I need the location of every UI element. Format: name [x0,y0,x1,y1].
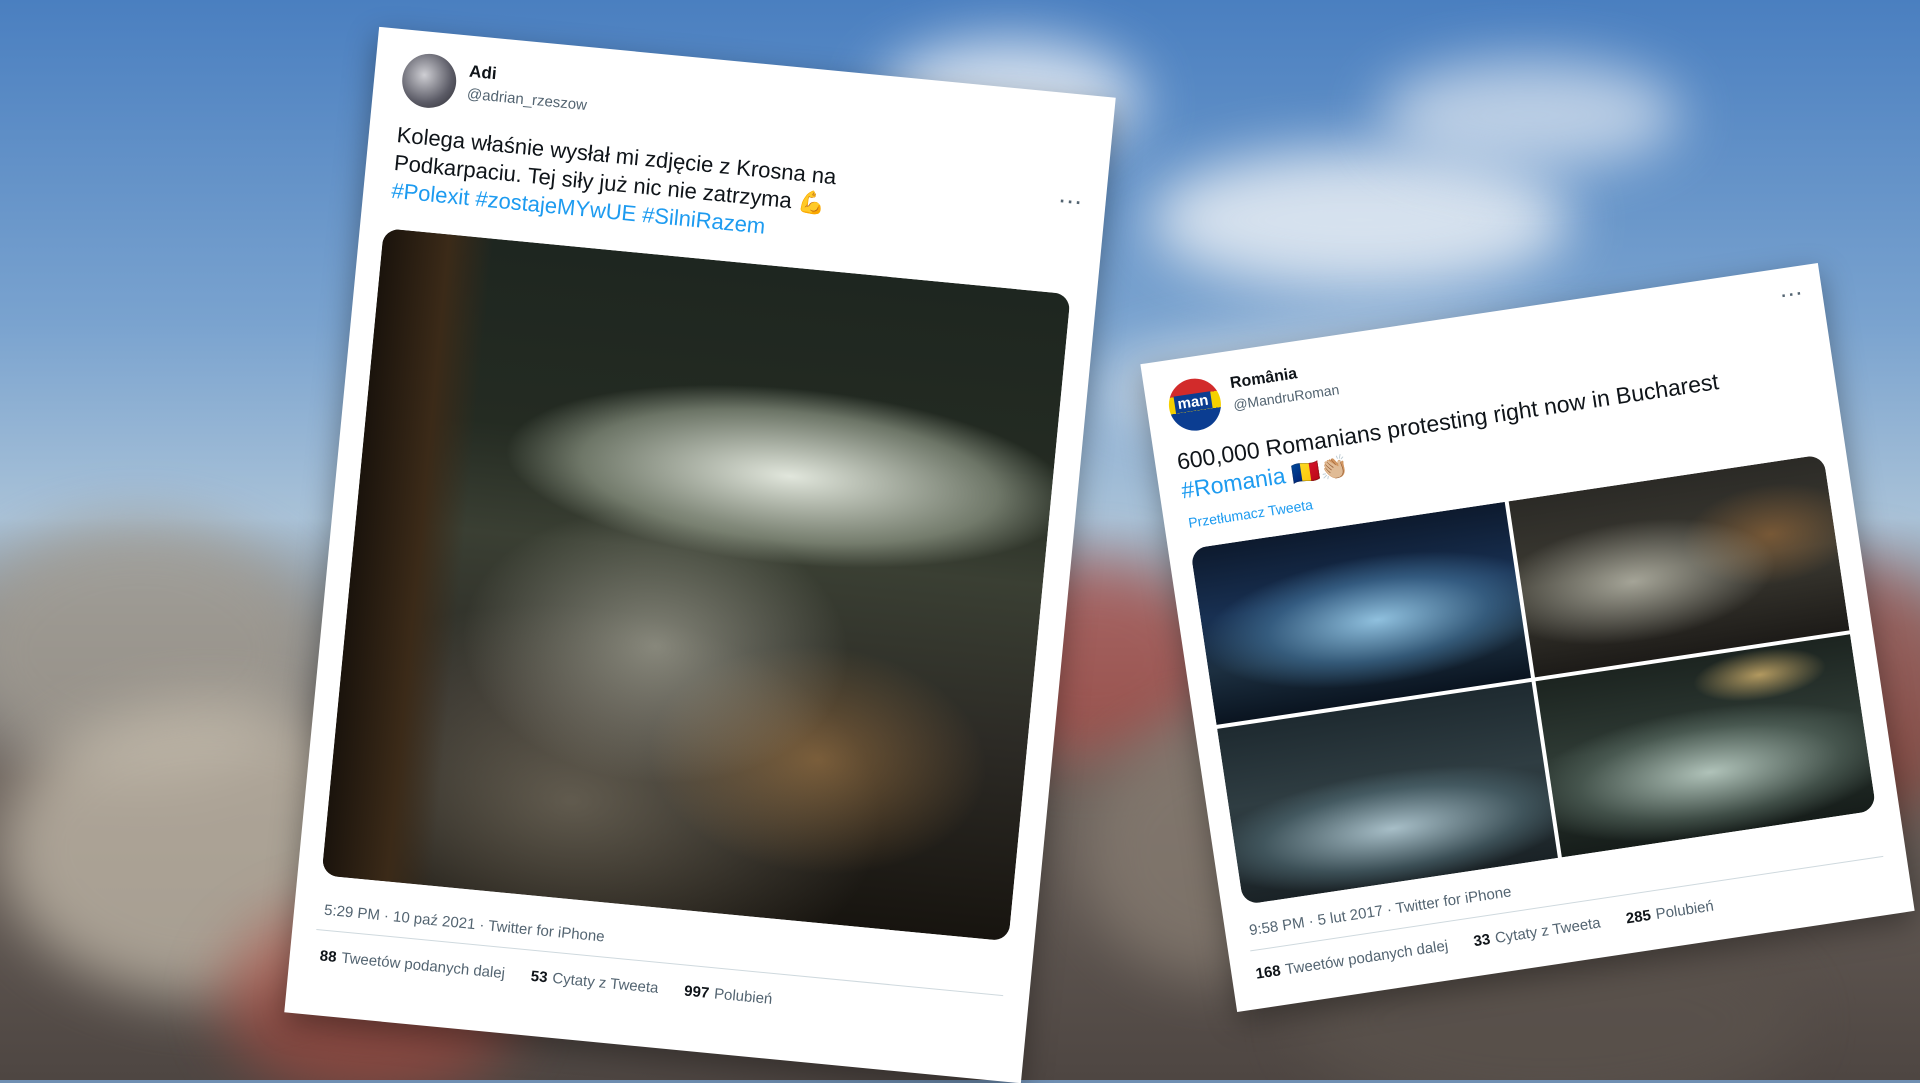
flexed-biceps-emoji: 💪 [796,188,827,217]
avatar[interactable] [399,51,459,111]
quotes-stat[interactable]: 53 Cytaty z Tweeta [530,968,659,997]
retweets-stat[interactable]: 168 Tweetów podanych dalej [1255,937,1450,983]
tweet-card-romania[interactable]: man România @MandruRoman ··· 600,000 Rom… [1140,262,1915,1013]
more-horizontal-icon[interactable]: ··· [1059,191,1085,214]
tweet-timestamp[interactable]: 5:29 PM · 10 paź 2021 · Twitter for iPho… [323,902,605,946]
likes-stat[interactable]: 285 Polubień [1625,898,1715,928]
tweet-card-adi[interactable]: Adi @adrian_rzeszow ··· Kolega właśnie w… [284,26,1116,1083]
hashtag-link[interactable]: #Polexit [390,178,470,210]
tweet-photo-grid [1190,454,1877,905]
tweet-stats: 88 Tweetów podanych dalej 53 Cytaty z Twee… [319,947,799,1010]
retweets-stat[interactable]: 88 Tweetów podanych dalej [319,947,506,982]
more-horizontal-icon[interactable]: ··· [1780,283,1806,306]
avatar[interactable]: man [1165,375,1225,435]
likes-stat[interactable]: 997 Polubień [683,983,773,1008]
tweet-photo-crowd[interactable] [321,228,1071,942]
romania-flag-clapping-emoji: 🇷🇴👏🏼 [1289,453,1351,488]
quotes-stat[interactable]: 33 Cytaty z Tweeta [1472,914,1601,950]
avatar-label: man [1173,391,1213,414]
